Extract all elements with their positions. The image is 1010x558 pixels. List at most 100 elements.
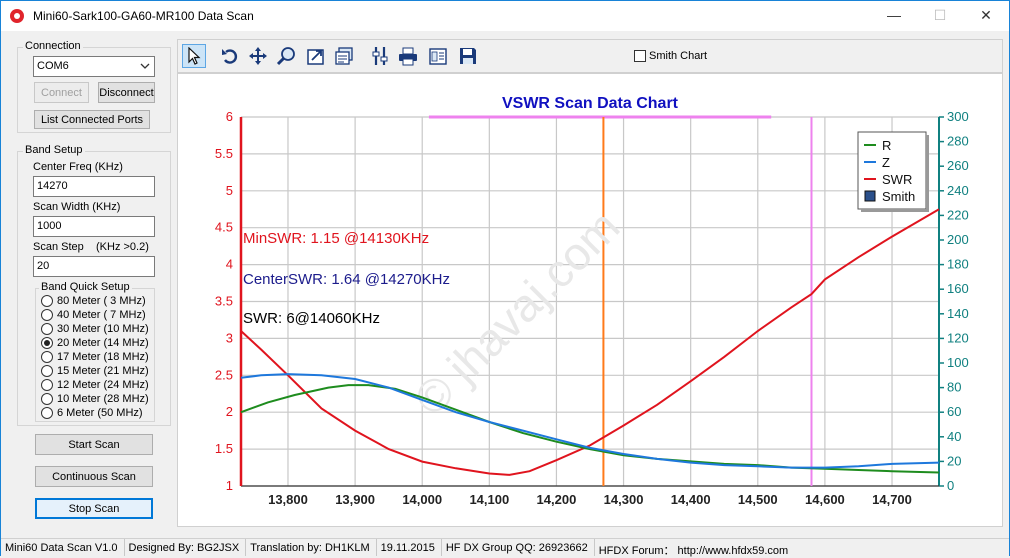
band-radio-label: 17 Meter (18 MHz) (57, 351, 149, 363)
tools-icon[interactable] (368, 44, 392, 68)
chart-title: VSWR Scan Data Chart (502, 95, 679, 112)
status-translator: Translation by: DH1KLM (246, 539, 377, 556)
y-right-tick-label: 0 (947, 478, 954, 493)
chart-toolbar: Smith Chart (177, 39, 1003, 73)
export-icon[interactable] (304, 44, 328, 68)
x-tick-label: 14,300 (604, 492, 644, 507)
vswr-chart[interactable]: VSWR Scan Data Chart13,800 13,900 14,000 14… (178, 74, 1002, 526)
properties-icon[interactable] (332, 44, 356, 68)
legend-shadow (861, 209, 929, 212)
x-tick-label: 14,000 (402, 492, 442, 507)
app-logo-icon (10, 9, 24, 23)
radio-button-icon[interactable] (41, 379, 53, 391)
radio-button-icon[interactable] (41, 295, 53, 307)
y-right-tick-label: 260 (947, 158, 969, 173)
title-bar: Mini60-Sark100-GA60-MR100 Data Scan — ☐ … (1, 1, 1009, 31)
y-right-tick-label: 220 (947, 207, 969, 222)
radio-button-icon[interactable] (41, 351, 53, 363)
smith-chart-checkbox[interactable]: Smith Chart (634, 50, 707, 62)
chart-annotation: SWR: 6@14060KHz (243, 310, 380, 327)
x-tick-label: 14,100 (469, 492, 509, 507)
legend-shadow (926, 135, 929, 212)
band-radio-option[interactable]: 40 Meter ( 7 MHz) (41, 308, 146, 322)
x-tick-label: 14,200 (537, 492, 577, 507)
series-line-z (240, 373, 940, 469)
y-right-tick-label: 60 (947, 404, 961, 419)
port-select-value: COM6 (37, 60, 69, 72)
band-radio-label: 20 Meter (14 MHz) (57, 337, 149, 349)
band-radio-option[interactable]: 6 Meter (50 MHz) (41, 406, 143, 420)
y-left-tick-label: 5 (226, 183, 233, 198)
disconnect-button[interactable]: Disconnect (98, 82, 155, 103)
minimize-button[interactable]: — (871, 1, 917, 31)
legend-label: Smith (882, 189, 915, 204)
scan-width-input[interactable]: 1000 (33, 216, 155, 237)
y-left-tick-label: 5.5 (215, 146, 233, 161)
y-left-tick-label: 6 (226, 109, 233, 124)
center-freq-input[interactable]: 14270 (33, 176, 155, 197)
pointer-icon[interactable] (182, 44, 206, 68)
radio-button-icon[interactable] (41, 323, 53, 335)
list-ports-button[interactable]: List Connected Ports (34, 110, 150, 129)
radio-button-icon[interactable] (41, 337, 53, 349)
radio-button-icon[interactable] (41, 393, 53, 405)
app-window: Mini60-Sark100-GA60-MR100 Data Scan — ☐ … (0, 0, 1010, 557)
scan-step-label: Scan Step (33, 241, 84, 253)
stop-scan-button[interactable]: Stop Scan (35, 498, 153, 519)
status-date: 19.11.2015 (377, 539, 442, 556)
band-radio-option[interactable]: 80 Meter ( 3 MHz) (41, 294, 146, 308)
radio-button-icon[interactable] (41, 309, 53, 321)
print-icon[interactable] (396, 44, 420, 68)
maximize-button[interactable]: ☐ (917, 1, 963, 31)
y-left-tick-label: 4.5 (215, 220, 233, 235)
undo-icon[interactable] (218, 44, 242, 68)
band-radio-label: 6 Meter (50 MHz) (57, 407, 143, 419)
band-radio-option[interactable]: 30 Meter (10 MHz) (41, 322, 149, 336)
x-tick-label: 14,500 (738, 492, 778, 507)
band-radio-option[interactable]: 15 Meter (21 MHz) (41, 364, 149, 378)
band-radio-option[interactable]: 12 Meter (24 MHz) (41, 378, 149, 392)
status-forum: HFDX Forum： http://www.hfdx59.com (598, 545, 789, 557)
window-title: Mini60-Sark100-GA60-MR100 Data Scan (33, 9, 254, 23)
status-designer: Designed By: BG2JSX (125, 539, 247, 556)
y-right-tick-label: 180 (947, 257, 969, 272)
legend-label: Z (882, 155, 890, 170)
y-left-tick-label: 1.5 (215, 441, 233, 456)
y-right-tick-label: 100 (947, 355, 969, 370)
radio-button-icon[interactable] (41, 407, 53, 419)
smith-chart-checkbox-box[interactable] (634, 50, 646, 62)
y-right-tick-label: 80 (947, 380, 961, 395)
legend-swatch (864, 190, 876, 202)
start-scan-button[interactable]: Start Scan (35, 434, 153, 455)
chevron-down-icon (140, 59, 150, 76)
y-right-tick-label: 240 (947, 183, 969, 198)
y-left-tick-label: 1 (226, 478, 233, 493)
status-group: HF DX Group QQ: 26923662 (442, 539, 595, 556)
save-icon[interactable] (456, 44, 480, 68)
legend-label: SWR (882, 172, 912, 187)
close-button[interactable]: ✕ (963, 1, 1009, 31)
band-radio-label: 12 Meter (24 MHz) (57, 379, 149, 391)
connect-button[interactable]: Connect (34, 82, 89, 103)
band-radio-option[interactable]: 20 Meter (14 MHz) (41, 336, 149, 350)
y-left-tick-label: 2.5 (215, 367, 233, 382)
band-radio-label: 80 Meter ( 3 MHz) (57, 295, 146, 307)
pan-icon[interactable] (246, 44, 270, 68)
continuous-scan-button[interactable]: Continuous Scan (35, 466, 153, 487)
x-tick-label: 14,600 (805, 492, 845, 507)
status-version: Mini60 Data Scan V1.0 (1, 539, 125, 556)
radio-button-icon[interactable] (41, 365, 53, 377)
page-setup-icon[interactable] (426, 44, 450, 68)
y-right-tick-label: 40 (947, 429, 961, 444)
x-tick-label: 13,800 (268, 492, 308, 507)
y-right-tick-label: 120 (947, 330, 969, 345)
scan-step-input[interactable]: 20 (33, 256, 155, 277)
watermark: © jhavaj.com (404, 200, 629, 425)
port-select[interactable]: COM6 (33, 56, 155, 77)
band-radio-option[interactable]: 17 Meter (18 MHz) (41, 350, 149, 364)
x-tick-label: 14,400 (671, 492, 711, 507)
chart-panel: VSWR Scan Data Chart 13,800 13,900 14,000 14… (177, 73, 1003, 527)
zoom-icon[interactable] (274, 44, 298, 68)
center-freq-label: Center Freq (KHz) (33, 161, 123, 173)
band-radio-option[interactable]: 10 Meter (28 MHz) (41, 392, 149, 406)
